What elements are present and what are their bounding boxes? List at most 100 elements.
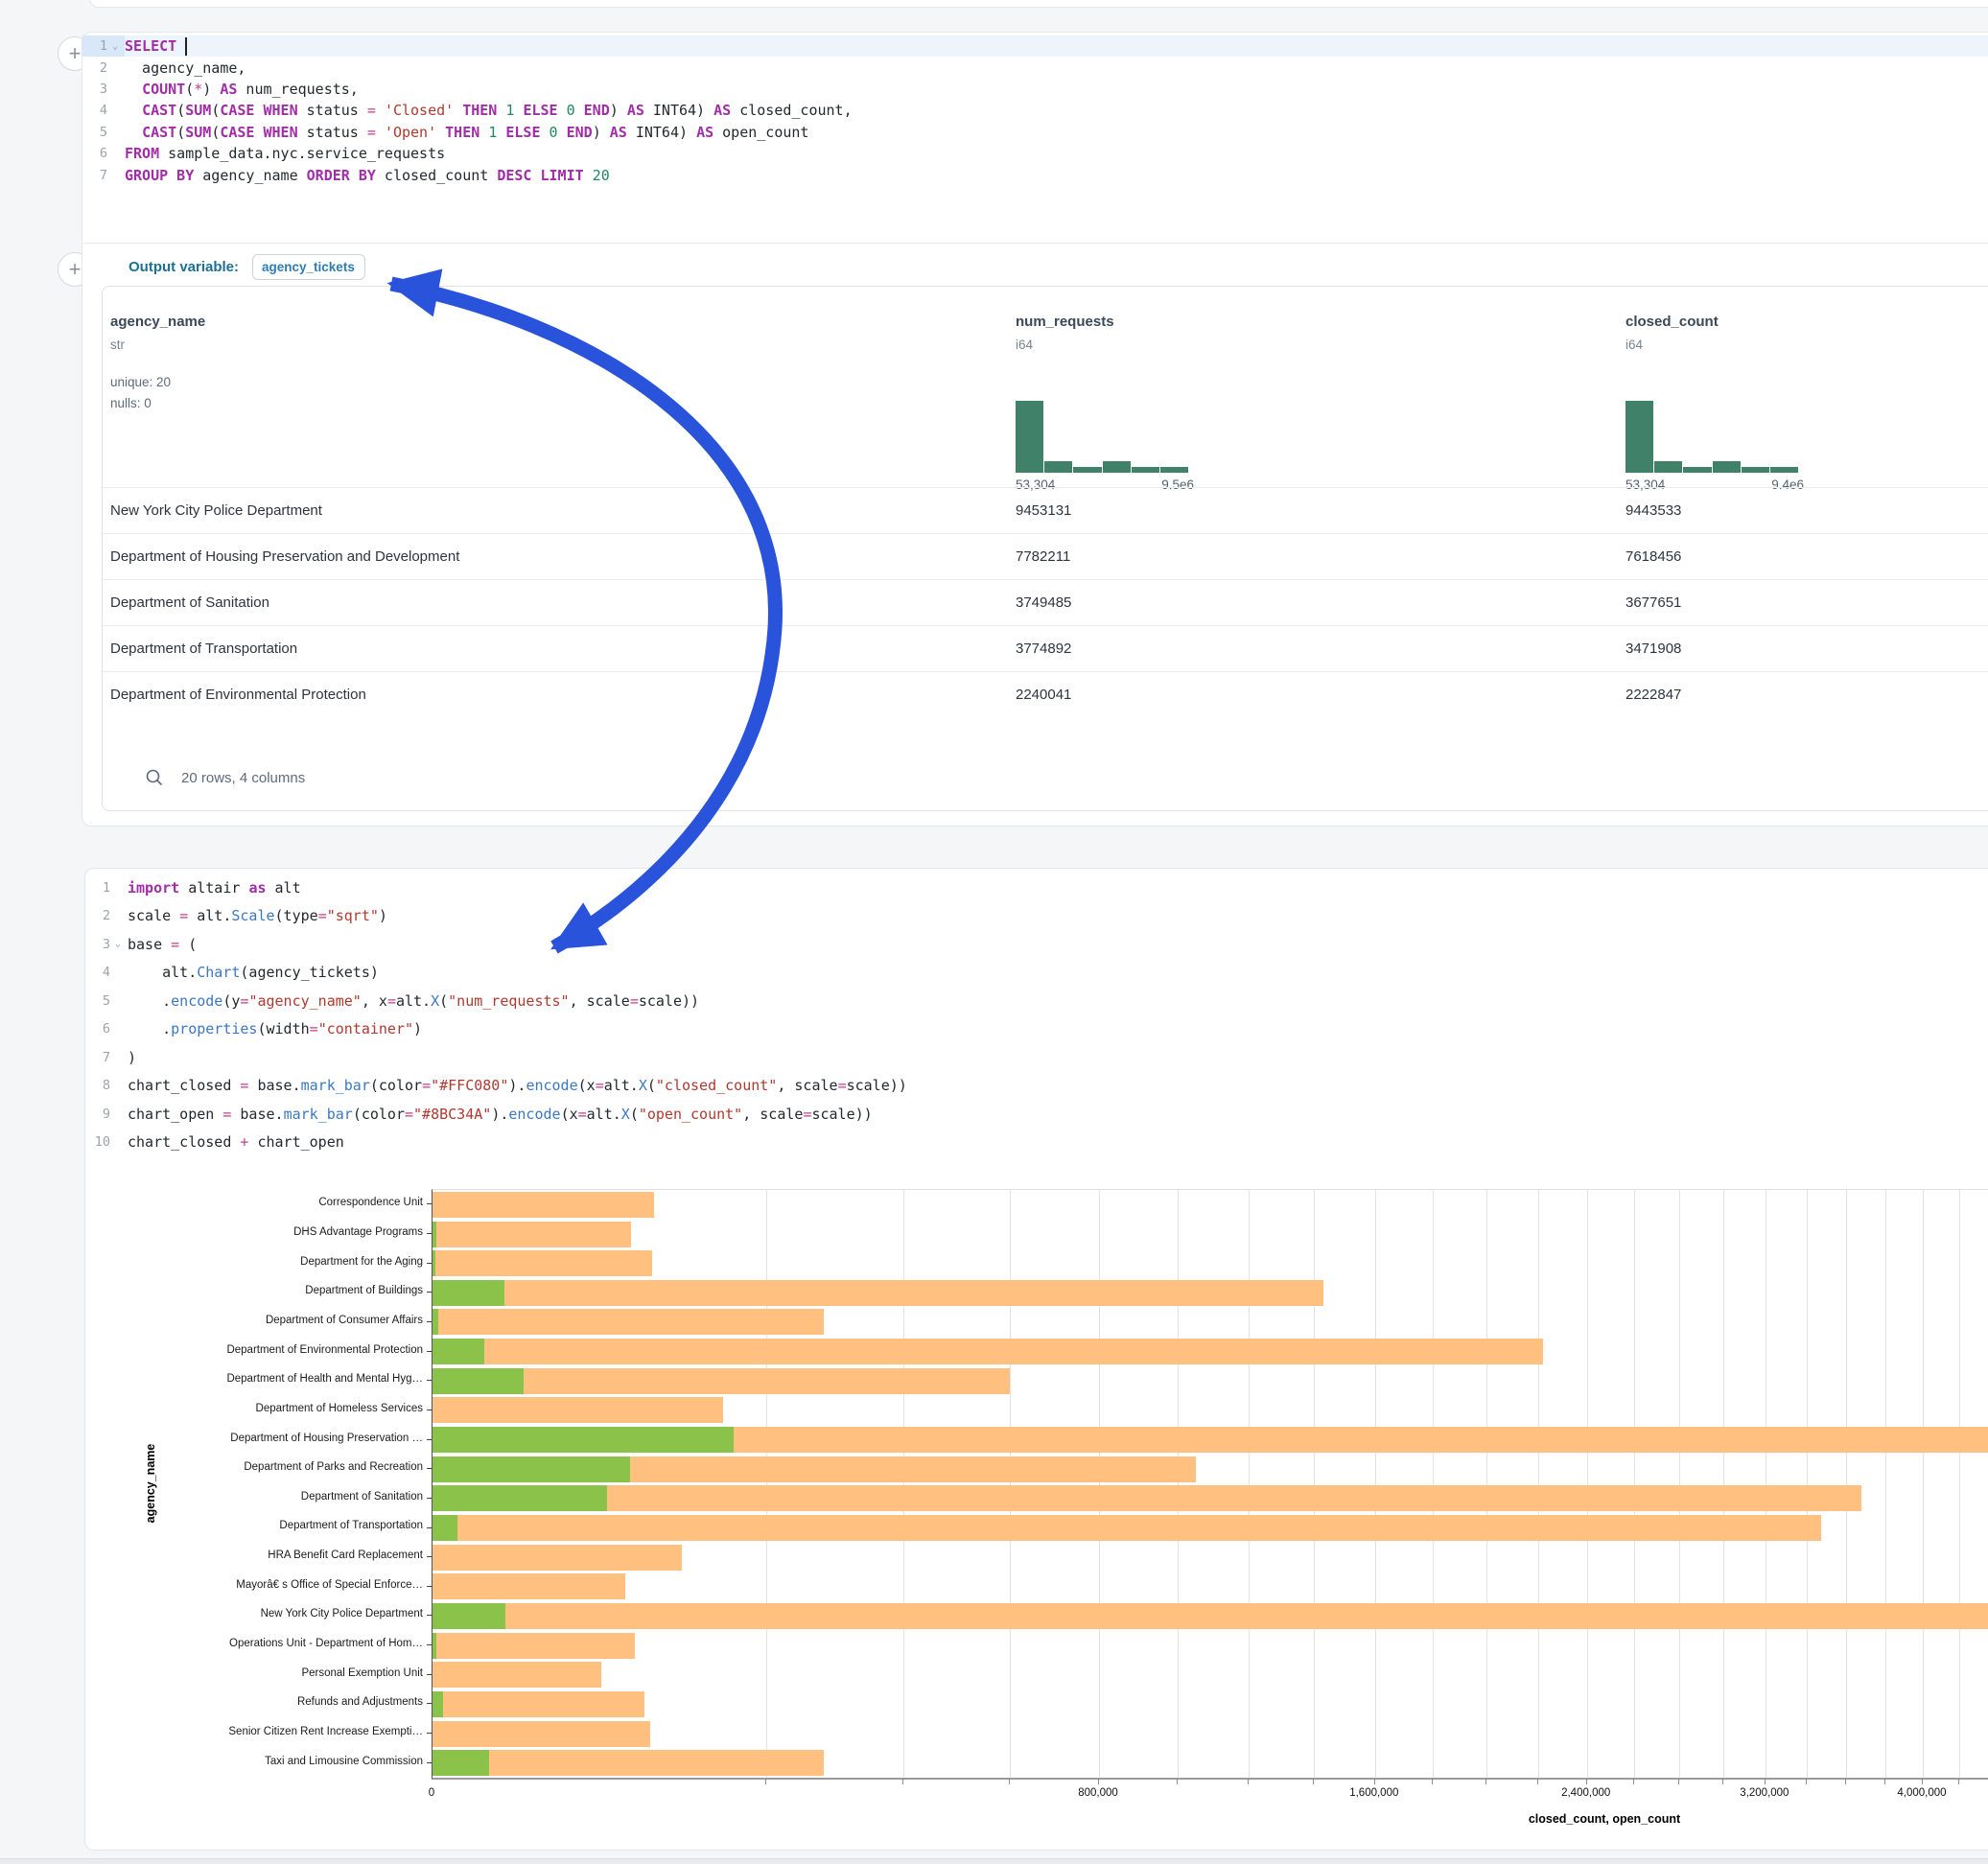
gridline [1723,1190,1724,1778]
y-axis-label: Operations Unit - Department of Hom… [85,1638,423,1649]
x-tick-mark [1537,1779,1538,1784]
output-variable-input[interactable]: agency_tickets [252,254,365,280]
closed-count-bar [433,1222,631,1247]
x-tick-mark [1922,1779,1923,1784]
histogram-bar [1160,467,1188,473]
code-line[interactable]: 9chart_open = base.mark_bar(color="#8BC3… [85,1100,1988,1129]
column-header[interactable]: num_requests [1016,314,1114,330]
closed-count-bar [433,1662,601,1688]
histogram-bar [1103,461,1131,473]
gridline [1885,1190,1886,1778]
code-line[interactable]: 5 .encode(y="agency_name", x=alt.X("num_… [85,987,1988,1015]
column-histogram [1016,400,1188,473]
x-tick-mark [1098,1779,1099,1784]
x-tick-mark [1722,1779,1723,1784]
histogram-bar [1625,401,1653,473]
code-line[interactable]: 7) [85,1043,1988,1072]
x-tick-mark [1633,1779,1634,1784]
closed-count-bar [433,1633,635,1659]
column-stat: unique: 20 [110,375,171,389]
gridline [1433,1190,1434,1778]
x-tick-mark [1248,1779,1249,1784]
column-type: i64 [1625,338,1643,352]
x-axis-label: 2,400,000 [1519,1787,1653,1799]
y-axis-label: Taxi and Limousine Commission [85,1756,423,1767]
sql-editor[interactable]: 1⌄SELECT 2 agency_name,3 COUNT(*) AS num… [82,35,1988,186]
table-cell: 2240041 [1016,672,1071,718]
gridline [1010,1190,1011,1778]
code-line[interactable]: 5 CAST(SUM(CASE WHEN status = 'Open' THE… [82,122,1988,143]
histogram-bar [1016,401,1043,473]
y-axis-label: Senior Citizen Rent Increase Exempti… [85,1726,423,1737]
x-tick-mark [1806,1779,1807,1784]
y-axis-label: Department for the Aging [85,1256,423,1268]
closed-count-bar [433,1750,824,1776]
text-cursor [185,37,187,56]
code-line[interactable]: 1import altair as alt [85,874,1988,902]
y-axis-label: Department of Consumer Affairs [85,1315,423,1326]
gridline [1807,1190,1808,1778]
closed-count-bar [433,1721,650,1747]
table-cell: New York City Police Department [110,488,322,534]
table-row[interactable]: Department of Environmental Protection22… [103,671,1988,717]
histogram-bar [1742,467,1769,473]
histogram-bar [1654,461,1682,473]
y-axis-label: Department of Homeless Services [85,1403,423,1414]
code-line[interactable]: 8chart_closed = base.mark_bar(color="#FF… [85,1072,1988,1101]
code-line[interactable]: 7GROUP BY agency_name ORDER BY closed_co… [82,164,1988,185]
gridline [1099,1190,1100,1778]
column-header[interactable]: closed_count [1625,314,1719,330]
code-line[interactable]: 10chart_closed + chart_open [85,1129,1988,1157]
y-axis-label: Correspondence Unit [85,1197,423,1208]
open-count-bar [433,1515,457,1541]
table-row[interactable]: Department of Sanitation37494853677651 [103,579,1988,625]
table-cell: 9443533 [1625,488,1681,534]
notebook-page: + + 1⌄SELECT 2 agency_name,3 COUNT(*) AS… [0,0,1988,1864]
code-line[interactable]: 6 .properties(width="container") [85,1015,1988,1044]
gridline [1178,1190,1179,1778]
table-row[interactable]: New York City Police Department945313194… [103,487,1988,533]
x-axis-label: 0 [364,1787,499,1799]
output-variable-row: Output variable: agency_tickets [129,250,365,283]
code-line[interactable]: 4 alt.Chart(agency_tickets) [85,959,1988,988]
table-row[interactable]: Department of Transportation377489234719… [103,625,1988,671]
x-tick-mark [1845,1779,1846,1784]
code-line[interactable]: 3⌄base = ( [85,930,1988,959]
column-header[interactable]: agency_name [110,314,205,330]
column-type: i64 [1016,338,1033,352]
y-axis-label: HRA Benefit Card Replacement [85,1549,423,1561]
open-count-bar [433,1222,436,1247]
open-count-bar [433,1250,435,1276]
table-cell: Department of Housing Preservation and D… [110,534,459,580]
code-line[interactable]: 4 CAST(SUM(CASE WHEN status = 'Closed' T… [82,100,1988,121]
code-line[interactable]: 3 COUNT(*) AS num_requests, [82,79,1988,100]
column-histogram [1625,400,1798,473]
open-count-bar [433,1427,734,1453]
y-axis-label: Department of Transportation [85,1520,423,1531]
code-line[interactable]: 2scale = alt.Scale(type="sqrt") [85,902,1988,931]
code-line[interactable]: 2 agency_name, [82,57,1988,78]
x-tick-mark [1177,1779,1178,1784]
table-row[interactable]: Department of Housing Preservation and D… [103,533,1988,579]
gridline [1314,1190,1315,1778]
closed-count-bar [433,1397,723,1423]
x-tick-mark [1313,1779,1314,1784]
code-line[interactable]: 1⌄SELECT [82,35,1988,57]
previous-cell-bottom-edge [89,0,1988,8]
open-count-bar [433,1309,438,1335]
gridline [1375,1190,1376,1778]
closed-count-bar [433,1250,652,1276]
table-cell: Department of Transportation [110,626,297,672]
y-axis-label: DHS Advantage Programs [85,1226,423,1238]
closed-count-bar [433,1192,654,1218]
search-icon[interactable] [145,768,164,787]
x-tick-mark [1765,1779,1766,1784]
code-line[interactable]: 6FROM sample_data.nyc.service_requests [82,143,1988,164]
x-tick-mark [1884,1779,1885,1784]
x-tick-mark [1432,1779,1433,1784]
y-axis-label: Refunds and Adjustments [85,1696,423,1708]
open-count-bar [433,1633,436,1659]
python-editor[interactable]: 1import altair as alt2scale = alt.Scale(… [85,874,1988,1156]
y-axis-label: Department of Health and Mental Hyg… [85,1373,423,1385]
y-axis-label: Department of Buildings [85,1285,423,1296]
